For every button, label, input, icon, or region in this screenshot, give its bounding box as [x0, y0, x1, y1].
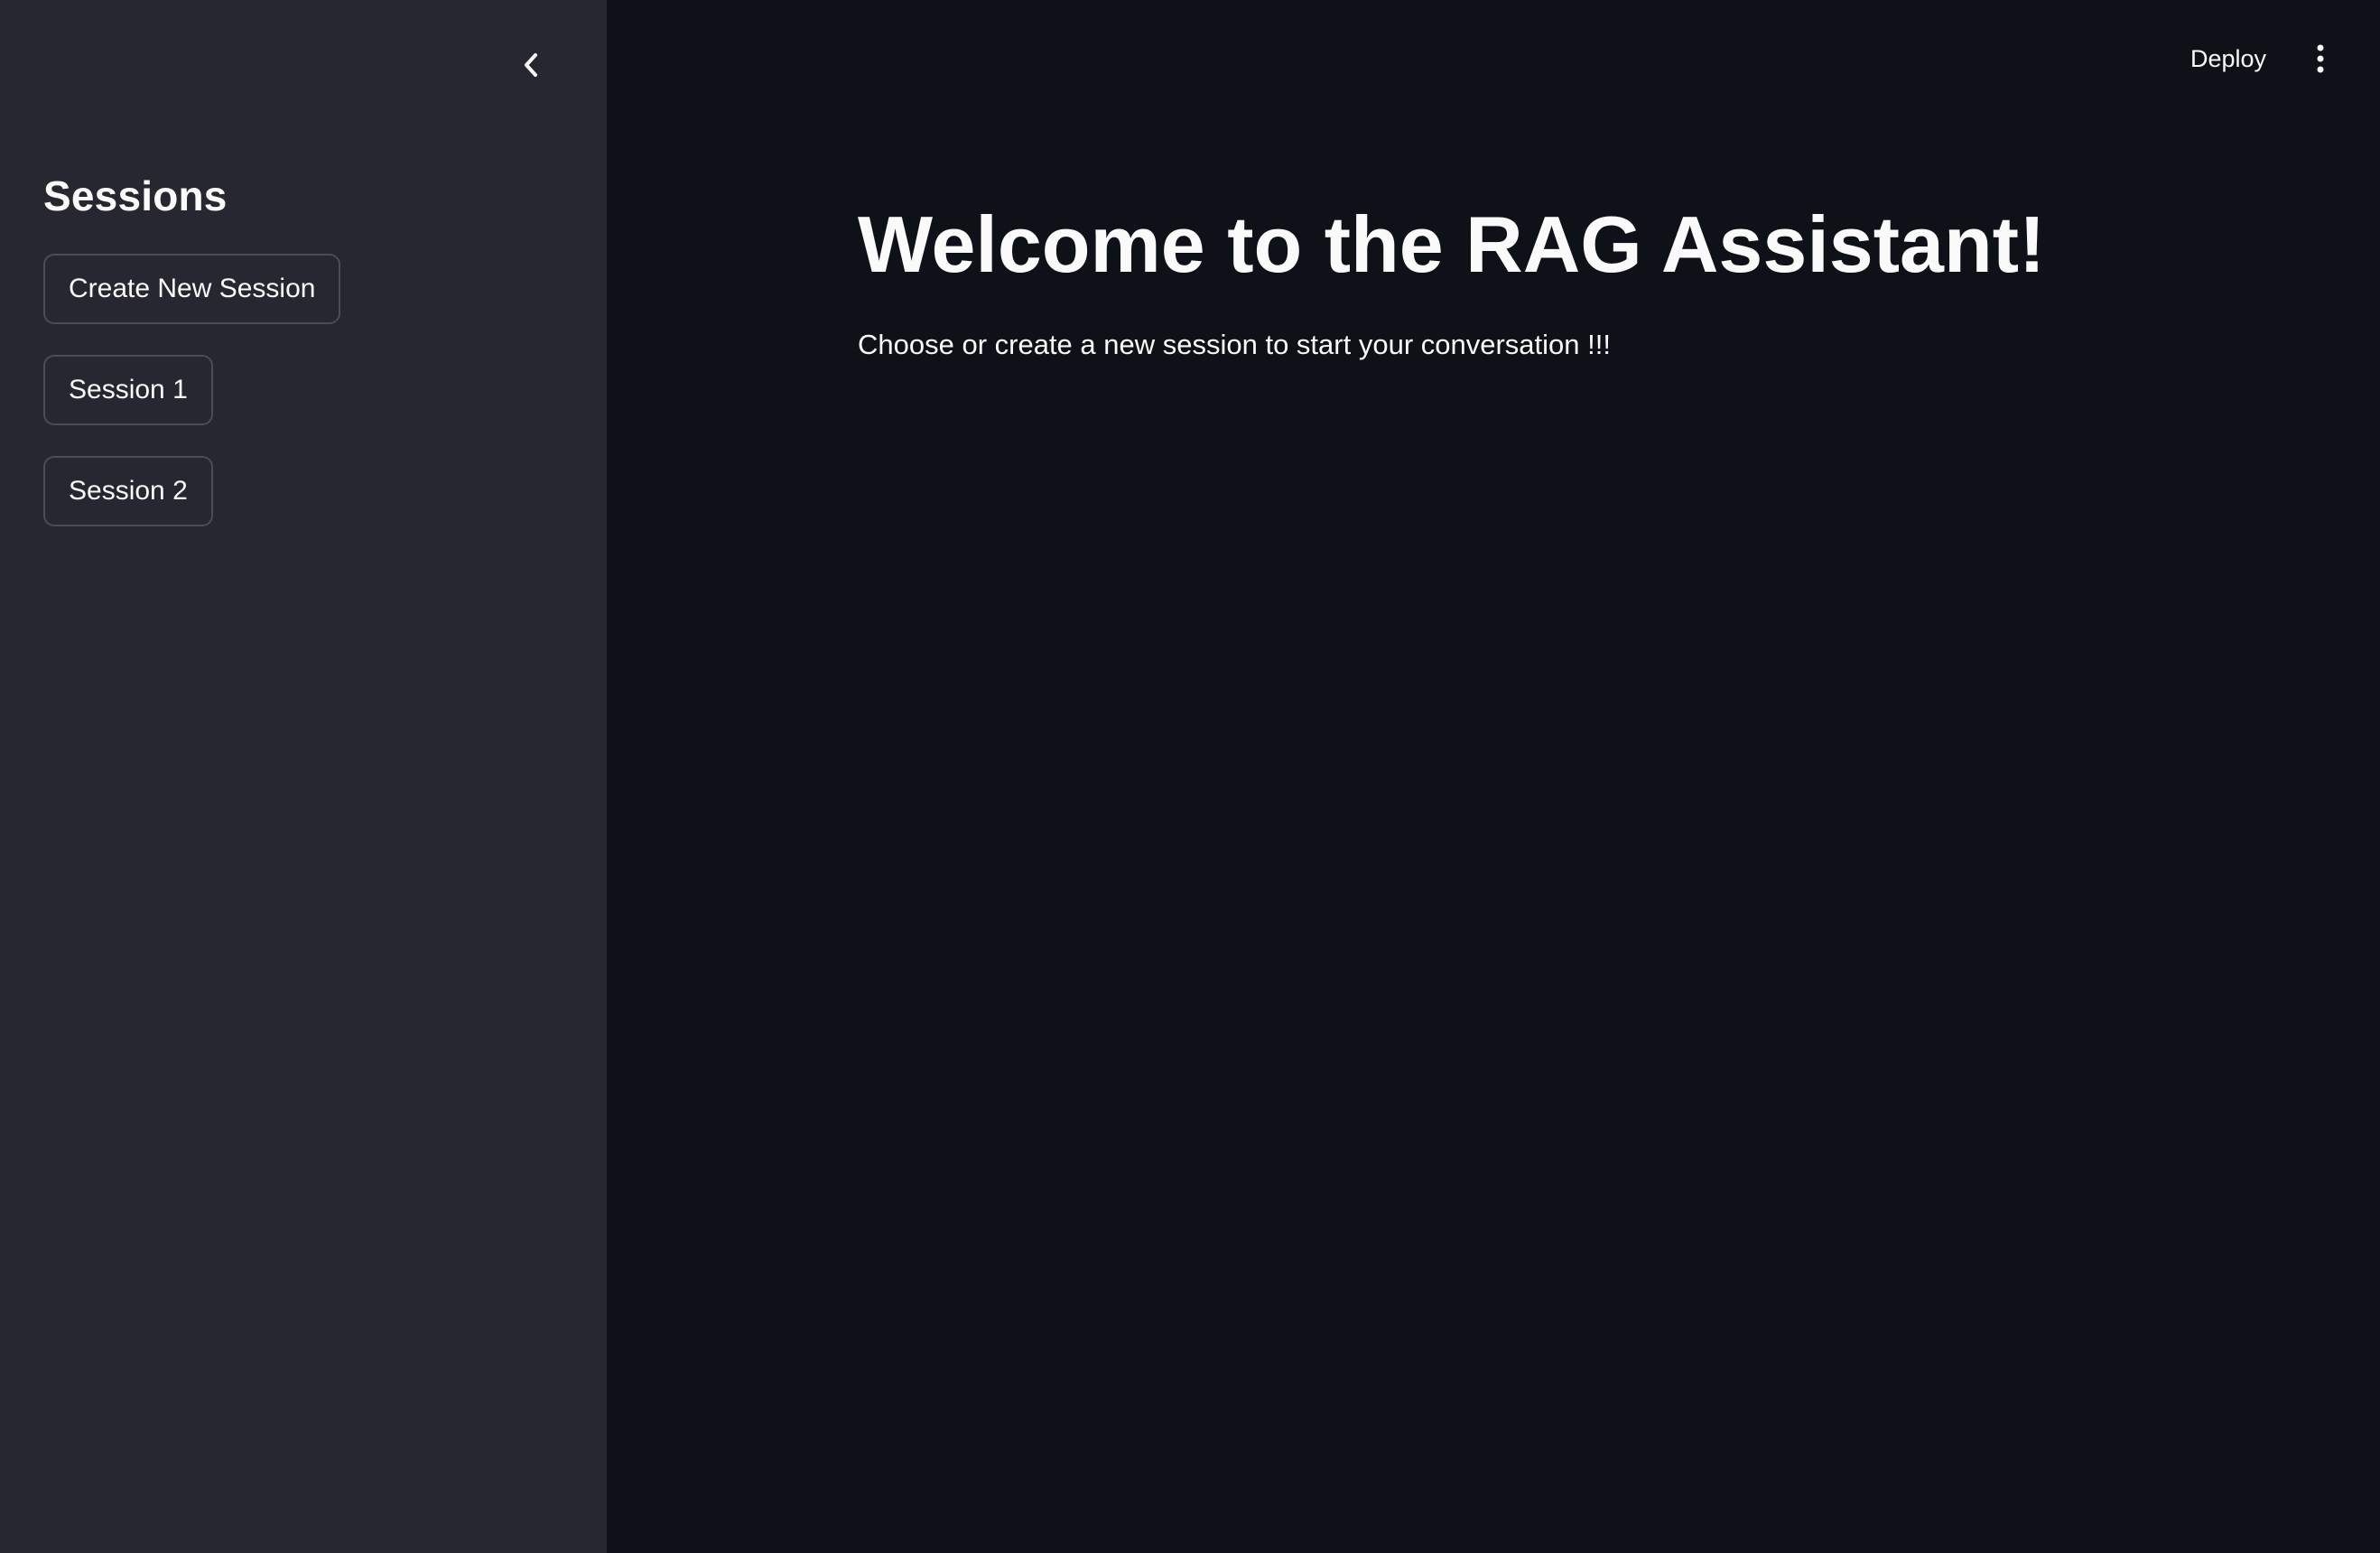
sessions-heading: Sessions — [43, 172, 228, 219]
collapse-sidebar-button[interactable] — [506, 45, 556, 85]
main-content: Deploy Welcome to the RAG Assistant! Cho… — [607, 0, 2380, 1553]
page-title: Welcome to the RAG Assistant! — [858, 200, 2046, 289]
sidebar: Sessions Create New Session Session 1 Se… — [0, 0, 607, 1553]
create-new-session-button[interactable]: Create New Session — [43, 254, 341, 324]
vertical-ellipsis-icon — [2317, 44, 2324, 73]
main-menu-button[interactable] — [2302, 36, 2338, 81]
session-2-button[interactable]: Session 2 — [43, 456, 213, 526]
chevron-left-icon — [525, 53, 537, 77]
app-window: Sessions Create New Session Session 1 Se… — [0, 0, 2380, 1553]
deploy-button[interactable]: Deploy — [2185, 36, 2272, 81]
page-subtitle: Choose or create a new session to start … — [858, 329, 1611, 360]
session-1-button[interactable]: Session 1 — [43, 355, 213, 425]
